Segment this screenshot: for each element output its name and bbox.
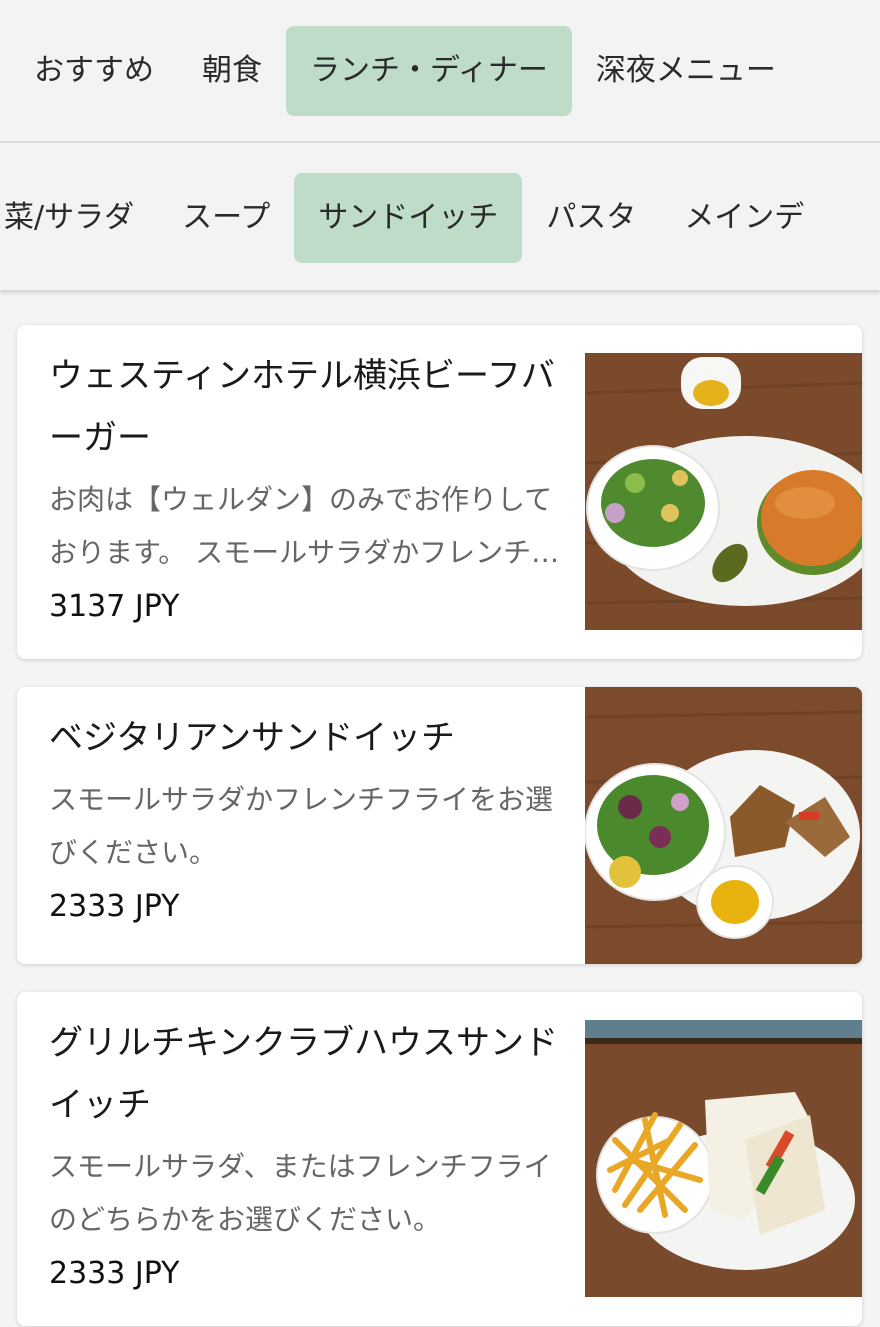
menu-item-price: 2333 JPY bbox=[49, 1256, 180, 1291]
menu-item-price: 3137 JPY bbox=[49, 589, 180, 624]
menu-item-name: ウェスティンホテル横浜ビーフバーガー bbox=[49, 356, 555, 458]
clubhouse-sandwich-fries-image bbox=[585, 1020, 862, 1297]
menu-item-text: ウェスティンホテル横浜ビーフバーガー お肉は【ウェルダン】のみでお作りしておりま… bbox=[49, 345, 579, 627]
menu-item-text: グリルチキンクラブハウスサンドイッチ スモールサラダ、またはフレンチフライのどち… bbox=[49, 1012, 579, 1294]
tab-soup[interactable]: スープ bbox=[158, 173, 294, 263]
sub-category-tabs: 菜/サラダ スープ サンドイッチ パスタ メインデ bbox=[0, 145, 880, 290]
menu-item-name: ベジタリアンサンドイッチ bbox=[49, 718, 455, 758]
menu-item-description: お肉は【ウェルダン】のみでお作りしております。 スモールサラダかフレンチフライを… bbox=[49, 483, 560, 569]
tab-salad[interactable]: 菜/サラダ bbox=[0, 173, 158, 263]
menu-item-price: 2333 JPY bbox=[49, 889, 180, 924]
tab-sandwich[interactable]: サンドイッチ bbox=[294, 172, 523, 263]
tab-late-night[interactable]: 深夜メニュー bbox=[572, 26, 800, 116]
menu-item-card[interactable]: グリルチキンクラブハウスサンドイッチ スモールサラダ、またはフレンチフライのどち… bbox=[17, 992, 862, 1326]
vegetarian-sandwich-plate-image bbox=[585, 687, 862, 964]
menu-item-card[interactable]: ベジタリアンサンドイッチ スモールサラダかフレンチフライをお選びください。 23… bbox=[17, 687, 862, 964]
menu-item-card[interactable]: ウェスティンホテル横浜ビーフバーガー お肉は【ウェルダン】のみでお作りしておりま… bbox=[17, 325, 862, 659]
menu-item-description: スモールサラダ、またはフレンチフライのどちらかをお選びください。 bbox=[49, 1150, 552, 1236]
tab-main-dish[interactable]: メインデ bbox=[660, 173, 828, 263]
tab-breakfast[interactable]: 朝食 bbox=[178, 26, 286, 116]
main-category-tabs: おすすめ 朝食 ランチ・ディナー 深夜メニュー bbox=[0, 0, 880, 143]
tab-recommended[interactable]: おすすめ bbox=[10, 26, 178, 116]
burger-plate-image bbox=[585, 353, 862, 630]
tab-pasta[interactable]: パスタ bbox=[522, 173, 660, 263]
menu-item-name: グリルチキンクラブハウスサンドイッチ bbox=[49, 1023, 558, 1125]
menu-item-text: ベジタリアンサンドイッチ スモールサラダかフレンチフライをお選びください。 23… bbox=[49, 707, 579, 927]
menu-item-description: スモールサラダかフレンチフライをお選びください。 bbox=[49, 783, 554, 869]
tab-lunch-dinner[interactable]: ランチ・ディナー bbox=[286, 25, 572, 116]
